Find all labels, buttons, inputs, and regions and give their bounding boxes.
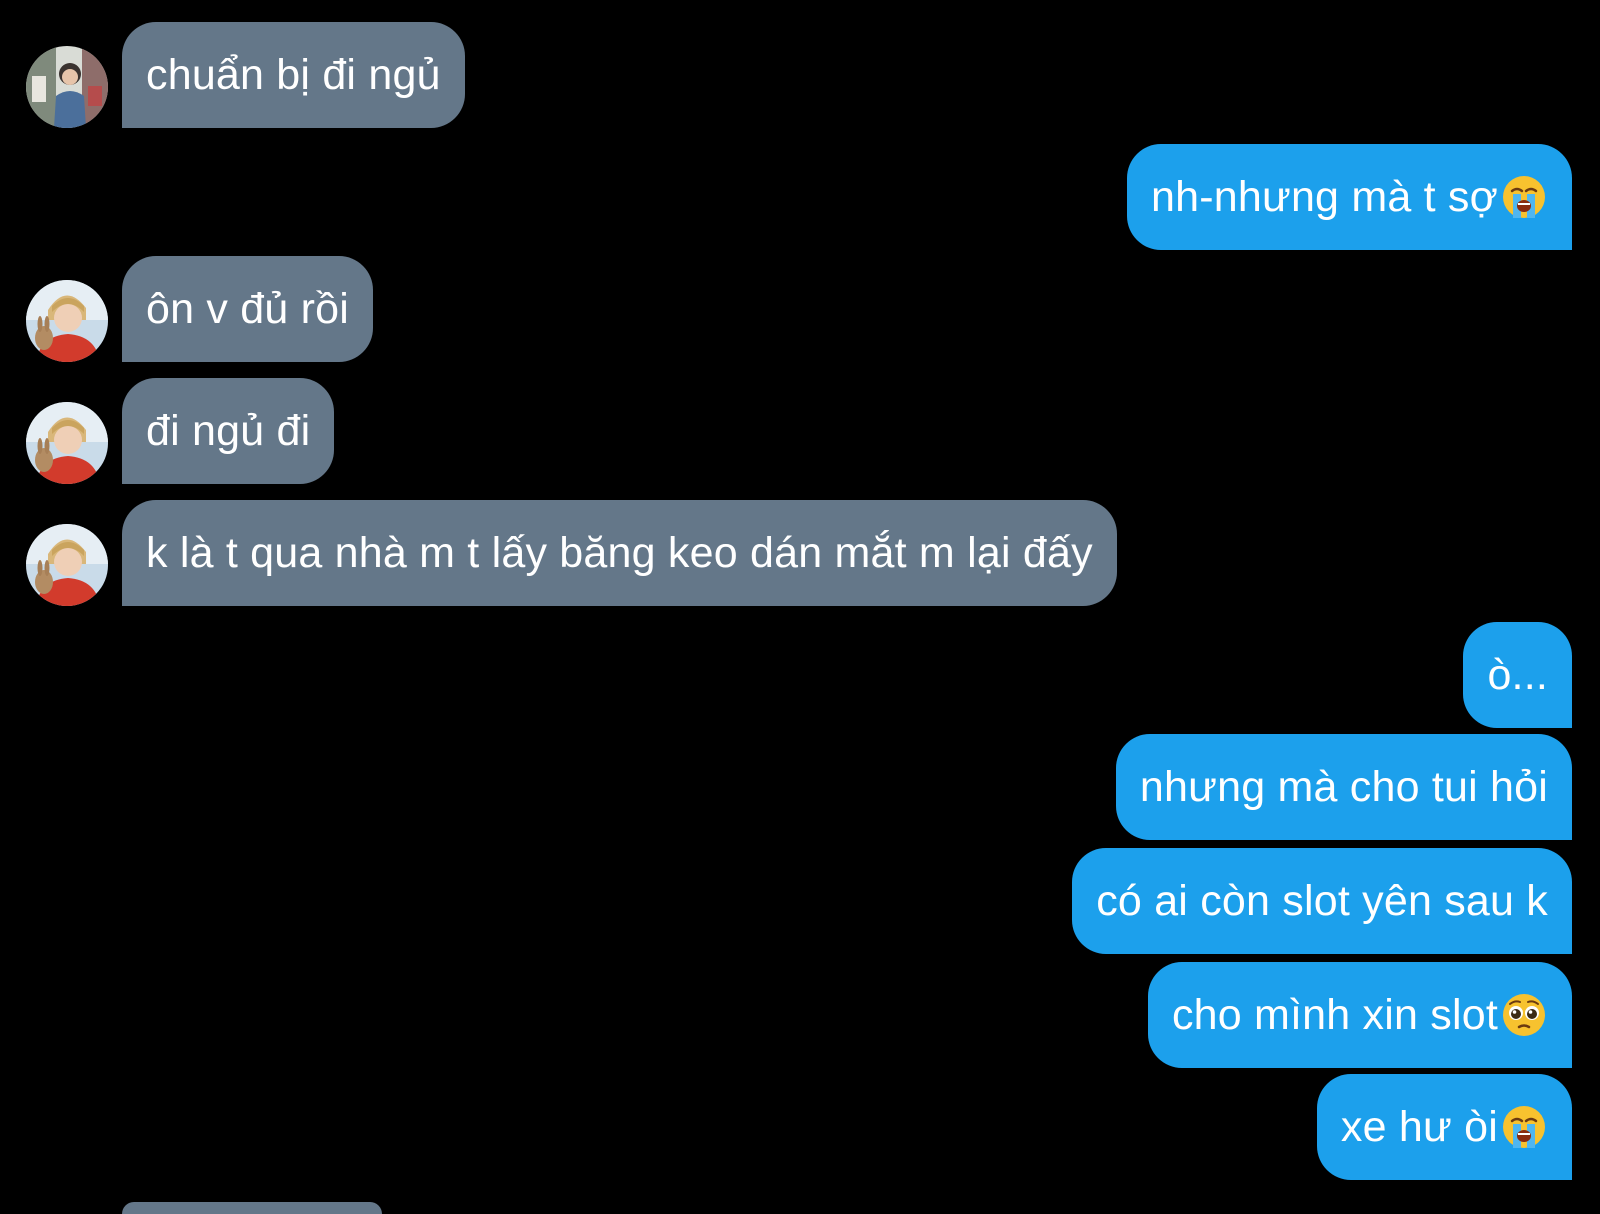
outgoing-message-bubble[interactable]: nhưng mà cho tui hỏi: [1115, 734, 1572, 840]
incoming-message-bubble[interactable]: chuẩn bị đi ngủ: [122, 22, 465, 128]
message-text: cho mình xin slot: [1171, 990, 1498, 1039]
avatar[interactable]: [26, 46, 108, 128]
avatar-contact-1-icon: [26, 46, 108, 128]
message-row: nh-nhưng mà t sợ: [0, 144, 1600, 250]
avatar-contact-2-icon: [26, 402, 108, 484]
message-text: nh-nhưng mà t sợ: [1150, 172, 1498, 221]
message-text: có ai còn slot yên sau k: [1096, 876, 1548, 925]
message-text: nhưng mà cho tui hỏi: [1139, 762, 1548, 811]
incoming-message-bubble[interactable]: đi ngủ đi: [122, 378, 335, 484]
message-row: ò...: [0, 622, 1600, 728]
message-row: ôn v đủ rồi: [0, 256, 1600, 362]
avatar-contact-2-icon: [26, 524, 108, 606]
outgoing-message-bubble[interactable]: có ai còn slot yên sau k: [1072, 848, 1572, 954]
message-row: chuẩn bị đi ngủ: [0, 22, 1600, 128]
outgoing-message-bubble[interactable]: nh-nhưng mà t sợ: [1126, 144, 1572, 250]
avatar[interactable]: [26, 402, 108, 484]
message-row: có ai còn slot yên sau k: [0, 848, 1600, 954]
message-text: đi ngủ đi: [146, 406, 311, 455]
outgoing-message-bubble[interactable]: ò...: [1463, 622, 1572, 728]
message-row: nhưng mà cho tui hỏi: [0, 734, 1600, 840]
message-text: k là t qua nhà m t lấy băng keo dán mắt …: [146, 528, 1093, 577]
incoming-message-bubble-partial[interactable]: [122, 1202, 382, 1214]
message-row: k là t qua nhà m t lấy băng keo dán mắt …: [0, 500, 1600, 606]
message-row: cho mình xin slot: [0, 962, 1600, 1068]
message-text: ôn v đủ rồi: [146, 284, 349, 333]
outgoing-message-bubble[interactable]: cho mình xin slot: [1147, 962, 1572, 1068]
message-text: xe hư òi: [1340, 1102, 1498, 1151]
avatar-contact-2-icon: [26, 280, 108, 362]
message-text: chuẩn bị đi ngủ: [146, 50, 441, 99]
avatar[interactable]: [26, 524, 108, 606]
message-row: đi ngủ đi: [0, 378, 1600, 484]
loudly-crying-face-icon: [1500, 173, 1548, 221]
loudly-crying-face-icon: [1500, 1103, 1548, 1151]
message-row: xe hư òi: [0, 1074, 1600, 1180]
message-text: ò...: [1487, 650, 1548, 699]
avatar[interactable]: [26, 280, 108, 362]
incoming-message-bubble[interactable]: k là t qua nhà m t lấy băng keo dán mắt …: [122, 500, 1117, 606]
pleading-face-icon: [1500, 991, 1548, 1039]
outgoing-message-bubble[interactable]: xe hư òi: [1316, 1074, 1572, 1180]
incoming-message-bubble[interactable]: ôn v đủ rồi: [122, 256, 373, 362]
